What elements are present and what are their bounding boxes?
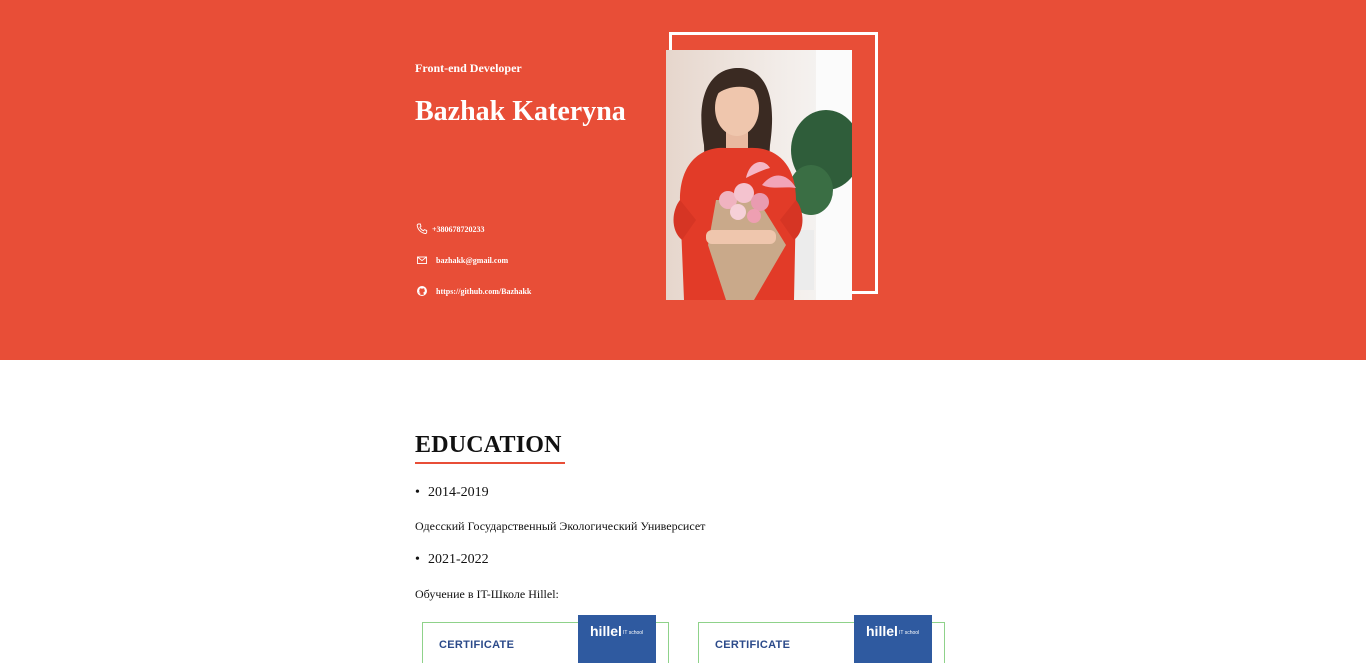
bullet-icon: • <box>415 552 420 567</box>
phone-number: +380678720233 <box>432 225 485 234</box>
email-address: bazhakk@gmail.com <box>436 256 509 265</box>
bullet-icon: • <box>415 485 420 500</box>
heading-underline <box>415 462 565 464</box>
certificate-label: CERTIFICATE <box>439 639 515 651</box>
hero-section: Front-end Developer Bazhak Kateryna +380… <box>0 0 1366 360</box>
education-heading: EDUCATION <box>415 432 562 458</box>
person-name: Bazhak Kateryna <box>415 96 626 127</box>
hillel-logo: hillel IT school <box>854 615 932 663</box>
job-title: Front-end Developer <box>415 61 522 75</box>
contact-github[interactable]: https://github.com/Bazhakk <box>416 285 636 316</box>
logo-subtext: IT school <box>623 630 644 636</box>
profile-photo <box>666 50 852 300</box>
education-entry-description: Обучение в IT-Школе Hillel: <box>415 587 559 601</box>
certificate-card[interactable]: CERTIFICATE hillel IT school <box>422 615 669 663</box>
certificate-card[interactable]: CERTIFICATE hillel IT school <box>698 615 945 663</box>
education-entry-description: Одесский Государственный Экологический У… <box>415 519 706 533</box>
phone-icon <box>416 223 428 235</box>
education-entry-years: • 2021-2022 <box>415 552 489 568</box>
contact-email[interactable]: bazhakk@gmail.com <box>416 254 636 285</box>
logo-text: hillel <box>590 623 622 639</box>
education-entry-years: • 2014-2019 <box>415 485 489 501</box>
logo-text: hillel <box>866 623 898 639</box>
years-text: 2021-2022 <box>428 552 489 567</box>
mail-icon <box>416 254 428 266</box>
logo-subtext: IT school <box>899 630 920 636</box>
github-icon <box>416 285 428 297</box>
certificate-label: CERTIFICATE <box>715 639 791 651</box>
contact-phone[interactable]: +380678720233 <box>416 223 636 254</box>
hillel-logo: hillel IT school <box>578 615 656 663</box>
github-link: https://github.com/Bazhakk <box>436 287 532 296</box>
years-text: 2014-2019 <box>428 485 489 500</box>
contact-list: +380678720233 bazhakk@gmail.com https://… <box>416 223 636 316</box>
